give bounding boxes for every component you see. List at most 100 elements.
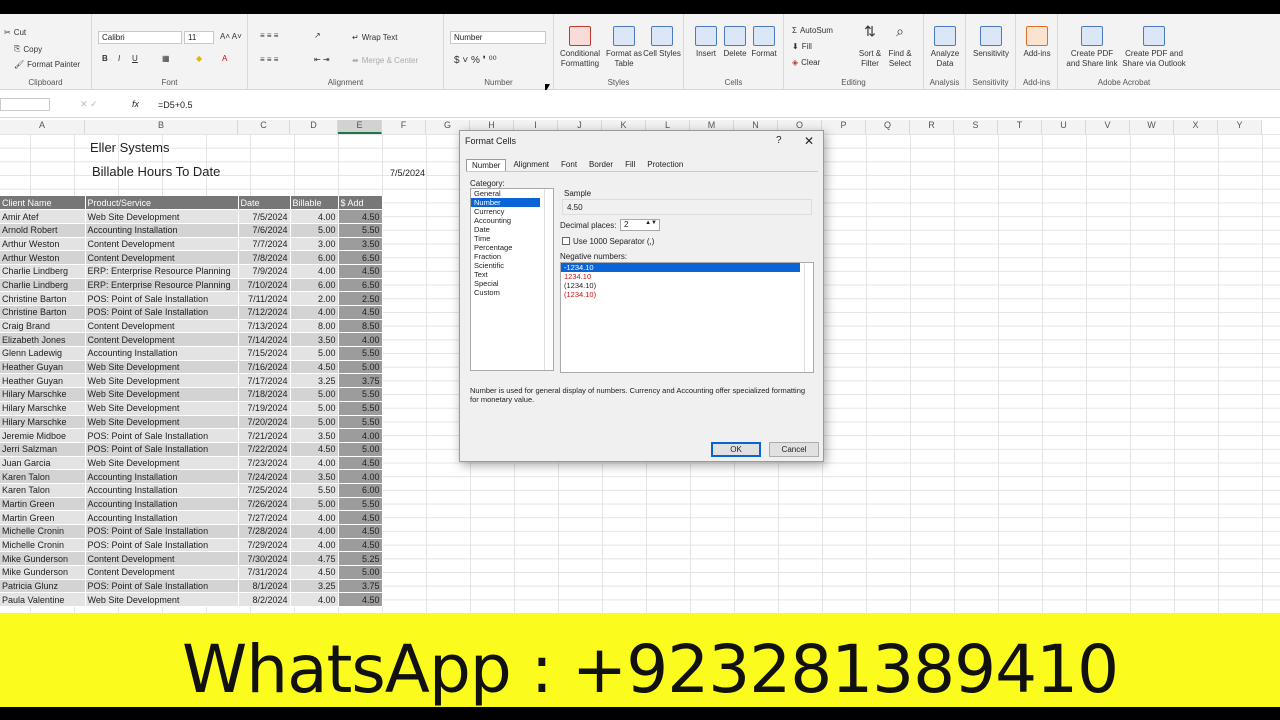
add-cell[interactable]: 4.50 (338, 592, 383, 608)
date-cell[interactable]: 7/24/2024 (238, 469, 291, 484)
billable-cell[interactable]: 5.00 (290, 387, 339, 402)
add-cell[interactable]: 5.00 (338, 360, 383, 375)
conditional-formatting-button[interactable]: Conditional Formatting (560, 26, 600, 69)
indent-icon[interactable]: ⇤ ⇥ (314, 55, 330, 64)
category-item[interactable]: Percentage (471, 243, 553, 252)
client-cell[interactable]: Charlie Lindberg (0, 278, 86, 293)
billable-cell[interactable]: 3.50 (290, 469, 339, 484)
client-cell[interactable]: Michelle Cronin (0, 538, 86, 553)
table-row[interactable]: Karen Talon Accounting Installation 7/25/2… (0, 483, 383, 498)
underline-button[interactable]: U (132, 54, 138, 63)
product-cell[interactable]: Content Development (85, 565, 239, 580)
create-pdf-share-link-button[interactable]: Create PDF and Share link (1064, 26, 1120, 69)
product-cell[interactable]: Web Site Development (85, 456, 239, 471)
add-cell[interactable]: 4.50 (338, 538, 383, 553)
category-item[interactable]: Text (471, 270, 553, 279)
billable-cell[interactable]: 5.00 (290, 497, 339, 512)
column-header[interactable]: B (85, 120, 238, 134)
product-cell[interactable]: Content Development (85, 237, 239, 252)
add-cell[interactable]: 5.25 (338, 551, 383, 567)
product-cell[interactable]: Web Site Development (85, 373, 239, 389)
decimal-places-spinner[interactable]: 2 ▲▼ (620, 219, 660, 231)
copy-button[interactable]: ⎘ Copy (14, 44, 42, 54)
cell-styles-button[interactable]: Cell Styles (642, 26, 682, 59)
date-cell[interactable]: 7/22/2024 (238, 442, 291, 457)
format-painter-button[interactable]: 🖌 Format Painter (14, 60, 80, 69)
table-row[interactable]: Hilary Marschke Web Site Development 7/19/… (0, 401, 383, 416)
add-cell[interactable]: 5.50 (338, 346, 383, 361)
product-cell[interactable]: Content Development (85, 250, 239, 265)
date-cell[interactable]: 7/6/2024 (238, 223, 291, 238)
wrap-text-button[interactable]: ↵ Wrap Text (352, 33, 397, 42)
table-row[interactable]: Martin Green Accounting Installation 7/26/… (0, 497, 383, 512)
add-cell[interactable]: 4.00 (338, 332, 383, 348)
product-cell[interactable]: Web Site Development (85, 387, 239, 402)
product-cell[interactable]: POS: Point of Sale Installation (85, 305, 239, 320)
column-header[interactable]: T (998, 120, 1042, 134)
bold-button[interactable]: B (102, 54, 108, 63)
client-cell[interactable]: Elizabeth Jones (0, 332, 86, 348)
date-cell[interactable]: 8/1/2024 (238, 579, 291, 594)
client-cell[interactable]: Arnold Robert (0, 223, 86, 238)
product-cell[interactable]: POS: Point of Sale Installation (85, 538, 239, 553)
category-scrollbar[interactable] (544, 189, 553, 370)
category-list[interactable]: General Number Currency Accounting Date Time P… (470, 188, 554, 371)
orientation-icon[interactable]: ↗ (314, 31, 321, 40)
billable-cell[interactable]: 5.50 (290, 483, 339, 498)
create-pdf-outlook-button[interactable]: Create PDF and Share via Outlook (1122, 26, 1186, 69)
table-row[interactable]: Christine Barton POS: Point of Sale Insta… (0, 291, 383, 306)
table-row[interactable]: Glenn Ladewig Accounting Installation 7/15… (0, 346, 383, 361)
client-cell[interactable]: Martin Green (0, 497, 86, 512)
add-cell[interactable]: 4.50 (338, 264, 383, 279)
table-row[interactable]: Mike Gunderson Content Development 7/31/20… (0, 565, 383, 580)
add-cell[interactable]: 5.50 (338, 387, 383, 402)
add-cell[interactable]: 5.50 (338, 401, 383, 416)
date-cell[interactable]: 7/7/2024 (238, 237, 291, 252)
date-cell[interactable]: 7/18/2024 (238, 387, 291, 402)
client-cell[interactable]: Juan Garcia (0, 456, 86, 471)
product-cell[interactable]: Accounting Installation (85, 469, 239, 484)
product-cell[interactable]: ERP: Enterprise Resource Planning (85, 278, 239, 293)
table-row[interactable]: Heather Guyan Web Site Development 7/16/20… (0, 360, 383, 375)
column-header[interactable]: P (822, 120, 866, 134)
table-row[interactable]: Arnold Robert Accounting Installation 7/6/… (0, 223, 383, 238)
date-cell[interactable]: 7/23/2024 (238, 456, 291, 471)
table-row[interactable]: Christine Barton POS: Point of Sale Insta… (0, 305, 383, 320)
header-billable[interactable]: Billable (290, 196, 339, 211)
client-cell[interactable]: Jerri Salzman (0, 442, 86, 457)
addins-button[interactable]: Add-ins (1017, 26, 1057, 59)
fill-button[interactable]: ⬇ Fill (792, 42, 812, 51)
category-item[interactable]: Fraction (471, 252, 553, 261)
billable-cell[interactable]: 4.75 (290, 551, 339, 567)
billable-cell[interactable]: 3.50 (290, 332, 339, 348)
separator-checkbox[interactable] (562, 237, 570, 245)
product-cell[interactable]: POS: Point of Sale Installation (85, 291, 239, 306)
add-cell[interactable]: 3.75 (338, 373, 383, 389)
product-cell[interactable]: Accounting Installation (85, 223, 239, 238)
billable-cell[interactable]: 4.00 (290, 456, 339, 471)
billable-cell[interactable]: 4.50 (290, 442, 339, 457)
table-row[interactable]: Elizabeth Jones Content Development 7/14/2… (0, 332, 383, 348)
add-cell[interactable]: 6.50 (338, 250, 383, 265)
billable-cell[interactable]: 4.00 (290, 510, 339, 525)
table-row[interactable]: Mike Gunderson Content Development 7/30/20… (0, 551, 383, 567)
billable-cell[interactable]: 5.00 (290, 223, 339, 238)
add-cell[interactable]: 5.50 (338, 497, 383, 512)
billable-cell[interactable]: 6.00 (290, 250, 339, 265)
date-cell[interactable]: 7/25/2024 (238, 483, 291, 498)
billable-cell[interactable]: 8.00 (290, 319, 339, 334)
date-cell[interactable]: 7/13/2024 (238, 319, 291, 334)
table-row[interactable]: Jerri Salzman POS: Point of Sale Installa… (0, 442, 383, 457)
formula-input[interactable]: =D5+0.5 (158, 100, 193, 110)
client-cell[interactable]: Heather Guyan (0, 360, 86, 375)
client-cell[interactable]: Christine Barton (0, 291, 86, 306)
column-header[interactable]: W (1130, 120, 1174, 134)
cancel-button[interactable]: Cancel (769, 442, 819, 457)
negative-format-item[interactable]: -1234.10 (561, 263, 800, 272)
add-cell[interactable]: 4.50 (338, 209, 383, 224)
grow-font-button[interactable]: A˄ A˅ (220, 32, 242, 41)
date-cell[interactable]: 7/14/2024 (238, 332, 291, 348)
table-row[interactable]: Hilary Marschke Web Site Development 7/18/… (0, 387, 383, 402)
font-name-combo[interactable]: Calibri (98, 31, 182, 44)
product-cell[interactable]: POS: Point of Sale Installation (85, 579, 239, 594)
